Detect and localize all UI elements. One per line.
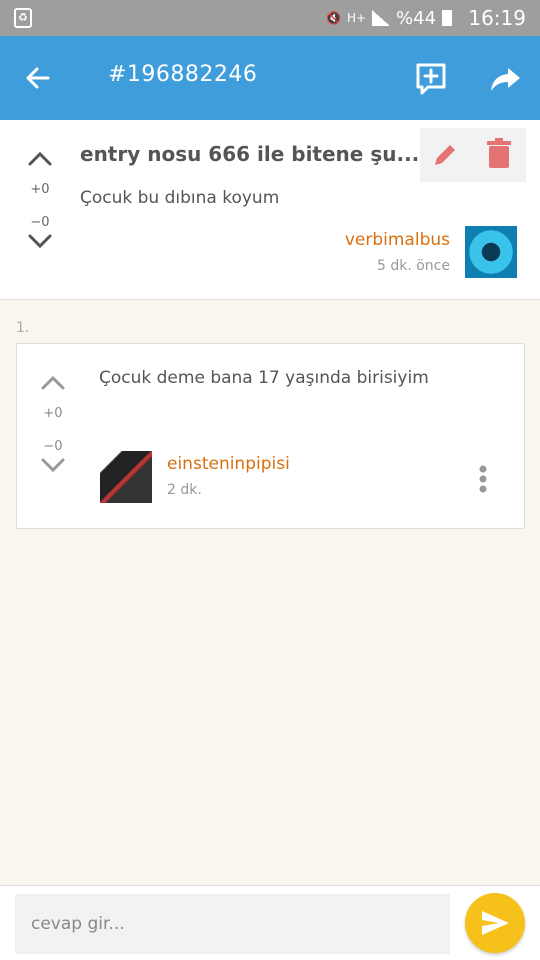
reply-input[interactable] xyxy=(15,894,450,954)
back-arrow-icon[interactable] xyxy=(18,58,58,98)
upvote-chevron-icon[interactable] xyxy=(33,370,73,394)
share-icon[interactable] xyxy=(486,60,524,98)
reply-section-number: 1. xyxy=(16,320,30,336)
edit-icon[interactable] xyxy=(430,140,460,170)
upvote-chevron-icon[interactable] xyxy=(20,146,60,170)
entry-time: 5 dk. önce xyxy=(376,258,450,274)
entry-content: Çocuk bu dıbına koyum xyxy=(80,188,280,208)
entry-vote-column: +0 −0 xyxy=(20,146,60,258)
entry-card: +0 −0 entry nosu 666 ile bitene şu... Ço… xyxy=(0,120,540,300)
battery-percent: %44 xyxy=(396,7,437,29)
recycle-notification-icon: ♻ xyxy=(14,8,32,28)
reply-vote-column: +0 −0 xyxy=(33,370,73,482)
reply-author[interactable]: einsteninpipisi xyxy=(167,454,290,474)
downvote-chevron-icon[interactable] xyxy=(33,454,73,478)
send-button[interactable] xyxy=(465,893,525,953)
upvote-count: +0 xyxy=(43,406,63,421)
add-comment-icon[interactable] xyxy=(412,60,450,98)
downvote-count: −0 xyxy=(30,215,50,230)
reply-bar xyxy=(0,885,540,960)
status-bar: ♻ 🔇 H+ %44 16:19 xyxy=(0,0,540,36)
battery-icon xyxy=(442,10,453,26)
downvote-chevron-icon[interactable] xyxy=(20,230,60,254)
status-icons: 🔇 H+ %44 xyxy=(326,7,453,29)
entry-author-avatar[interactable] xyxy=(465,226,517,278)
reply-time: 2 dk. xyxy=(167,482,202,498)
downvote-count: −0 xyxy=(43,439,63,454)
send-icon xyxy=(482,911,509,935)
upvote-count: +0 xyxy=(30,182,50,197)
entry-actions xyxy=(420,128,526,182)
reply-author-avatar[interactable] xyxy=(100,451,152,503)
network-type-label: H+ xyxy=(346,11,367,25)
entry-author[interactable]: verbimalbus xyxy=(345,230,450,250)
status-time: 16:19 xyxy=(468,6,526,30)
reply-card: +0 −0 Çocuk deme bana 17 yaşında birisiy… xyxy=(16,343,525,529)
app-bar: #196882246 xyxy=(0,36,540,120)
signal-icon xyxy=(372,10,391,26)
page-title: #196882246 xyxy=(108,62,258,87)
mute-icon: 🔇 xyxy=(326,11,341,25)
entry-title[interactable]: entry nosu 666 ile bitene şu... xyxy=(80,142,419,166)
more-options-icon[interactable] xyxy=(475,464,491,494)
reply-content: Çocuk deme bana 17 yaşında birisiyim xyxy=(99,368,429,388)
delete-icon[interactable] xyxy=(484,138,514,170)
